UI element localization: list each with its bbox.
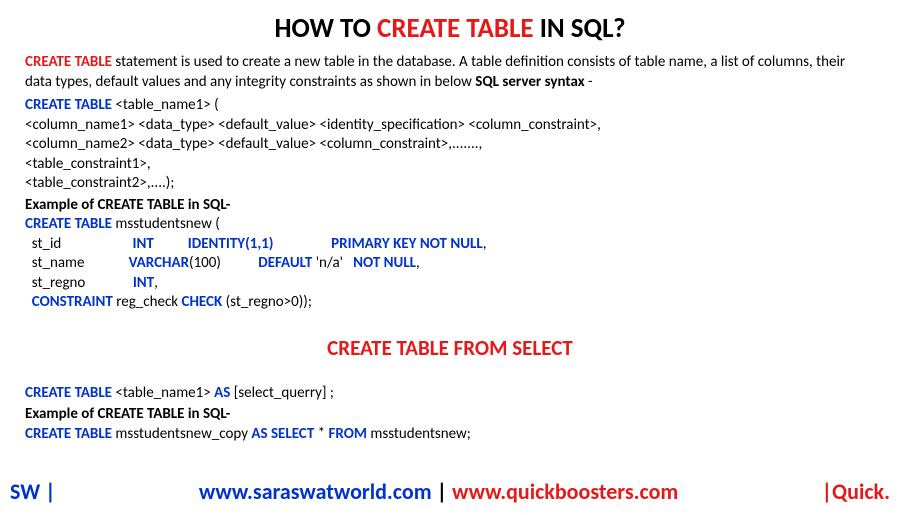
ex2-table2: msstudentsnew; bbox=[370, 425, 470, 443]
title-highlight: CREATE TABLE bbox=[377, 12, 534, 45]
col2-constraint: NOT NULL bbox=[353, 254, 416, 272]
syntax2-keyword: CREATE TABLE bbox=[25, 384, 115, 402]
syntax-line-1: <column_name1> <data_type> <default_valu… bbox=[25, 116, 875, 136]
syntax-line-4: <table_constraint2>,....); bbox=[25, 174, 875, 194]
syntax-block: CREATE TABLE <table_name1> ( <column_nam… bbox=[25, 96, 875, 194]
ex2-kw2: AS SELECT bbox=[251, 425, 317, 443]
example-label-1: Example of CREATE TABLE in SQL- bbox=[25, 196, 875, 216]
col3-name: st_regno bbox=[25, 274, 85, 292]
ex2-star: * bbox=[318, 425, 329, 443]
syntax2-line: CREATE TABLE <table_name1> AS [select_qu… bbox=[25, 384, 875, 404]
example1-col1: st_id INT IDENTITY(1,1) PRIMARY KEY NOT … bbox=[25, 235, 875, 255]
example1-line1: CREATE TABLE msstudentsnew ( bbox=[25, 215, 875, 235]
col2-type: VARCHAR bbox=[129, 254, 189, 272]
example1-col2: st_name VARCHAR(100) DEFAULT 'n/a' NOT N… bbox=[25, 254, 875, 274]
footer-center: www.saraswatworld.com | www.quickbooster… bbox=[199, 478, 678, 505]
syntax2-as: AS bbox=[214, 384, 234, 402]
ex2-kw3: FROM bbox=[329, 425, 371, 443]
footer-sep: | bbox=[432, 478, 452, 505]
example1-col3: st_regno INT, bbox=[25, 274, 875, 294]
example1-constraint: CONSTRAINT reg_check CHECK (st_regno>0))… bbox=[25, 293, 875, 313]
intro-paragraph: CREATE TABLE statement is used to create… bbox=[25, 53, 875, 92]
ex2-table: msstudentsnew_copy bbox=[115, 425, 251, 443]
content-body: CREATE TABLE statement is used to create… bbox=[0, 53, 900, 444]
col3-comma: , bbox=[154, 274, 158, 292]
constraint-kw2: CHECK bbox=[182, 293, 226, 311]
col1-type: INT bbox=[133, 235, 154, 253]
title-part2: IN SQL? bbox=[534, 12, 626, 45]
syntax-line-0: CREATE TABLE <table_name1> ( bbox=[25, 96, 875, 116]
example2-line: CREATE TABLE msstudentsnew_copy AS SELEC… bbox=[25, 425, 875, 445]
syntax-line-2: <column_name2> <data_type> <default_valu… bbox=[25, 135, 875, 155]
syntax-text-0: <table_name1> ( bbox=[115, 96, 218, 114]
footer: SW | www.saraswatworld.com | www.quickbo… bbox=[0, 478, 900, 505]
col1-name: st_id bbox=[25, 235, 61, 253]
constraint-name: reg_check bbox=[116, 293, 181, 311]
title-part1: HOW TO bbox=[275, 12, 378, 45]
col2-default: DEFAULT bbox=[258, 254, 312, 272]
syntax2-text1: <table_name1> bbox=[115, 384, 214, 402]
syntax-line-3: <table_constraint1>, bbox=[25, 155, 875, 175]
col1-comma: , bbox=[483, 235, 487, 253]
footer-url1: www.saraswatworld.com bbox=[199, 478, 432, 505]
col1-identity: IDENTITY(1,1) bbox=[188, 235, 274, 253]
ex1-keyword: CREATE TABLE bbox=[25, 215, 115, 233]
intro-text1: statement is used to create a new table … bbox=[25, 53, 845, 91]
footer-left: SW | bbox=[10, 478, 56, 505]
intro-keyword: CREATE TABLE bbox=[25, 53, 112, 71]
ex1-tablename: msstudentsnew ( bbox=[115, 215, 219, 233]
col2-comma: , bbox=[416, 254, 420, 272]
example-label-2: Example of CREATE TABLE in SQL- bbox=[25, 405, 875, 425]
col2-typearg: (100) bbox=[189, 254, 221, 272]
page-title: HOW TO CREATE TABLE IN SQL? bbox=[0, 0, 900, 53]
footer-right: |Quick. bbox=[822, 478, 890, 505]
constraint-expr: (st_regno>0)); bbox=[226, 293, 312, 311]
constraint-kw1: CONSTRAINT bbox=[25, 293, 116, 311]
col1-constraint: PRIMARY KEY NOT NULL bbox=[331, 235, 483, 253]
syntax2-text2: [select_querry] ; bbox=[234, 384, 334, 402]
intro-text2: - bbox=[585, 73, 593, 91]
col2-defaultval: 'n/a' bbox=[312, 254, 353, 272]
example-1-block: CREATE TABLE msstudentsnew ( st_id INT I… bbox=[25, 215, 875, 313]
syntax-keyword: CREATE TABLE bbox=[25, 96, 115, 114]
footer-url2: www.quickboosters.com bbox=[452, 478, 678, 505]
intro-bold: SQL server syntax bbox=[475, 73, 584, 91]
col2-name: st_name bbox=[25, 254, 85, 272]
ex2-kw1: CREATE TABLE bbox=[25, 425, 115, 443]
section-title-select: CREATE TABLE FROM SELECT bbox=[25, 335, 875, 362]
col3-type: INT bbox=[133, 274, 154, 292]
